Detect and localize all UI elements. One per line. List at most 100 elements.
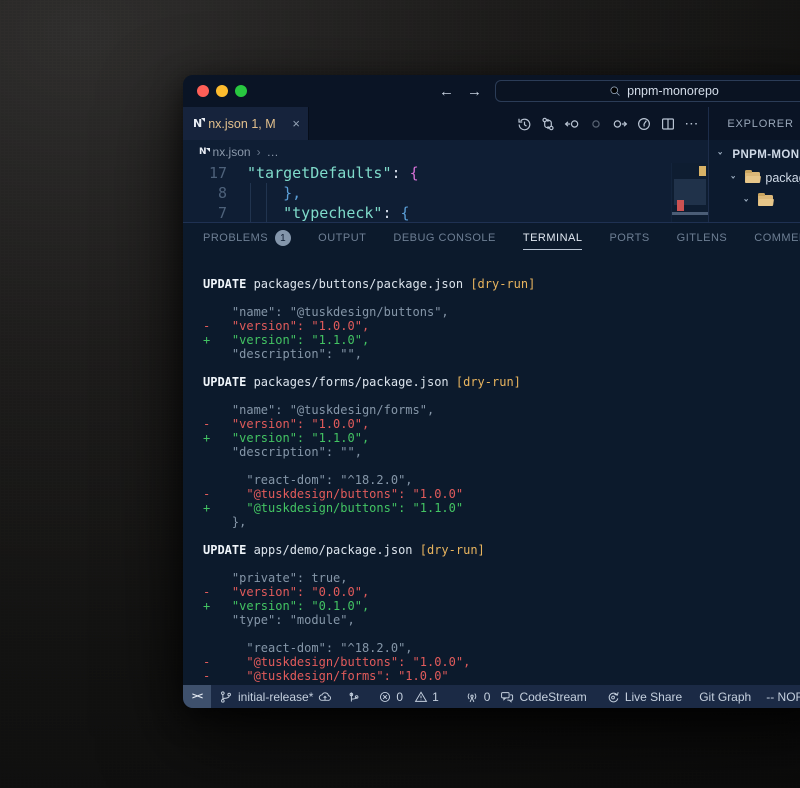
branch-icon [219, 690, 233, 704]
line-number: 17 [183, 163, 227, 183]
vscode-window: ← → pnpm-monorepo N nx.json 1, M × ⋯ N n… [183, 75, 800, 708]
code-token: "typecheck" [247, 204, 382, 222]
minimap-error-mark [677, 200, 684, 211]
status-item-ports[interactable]: 0 [465, 685, 491, 708]
cloud-upload-icon [318, 690, 332, 704]
panel-tab-terminal[interactable]: TERMINAL [523, 223, 583, 253]
terminal-context-line: "type": "module", [203, 613, 800, 627]
breadcrumb-file[interactable]: nx.json [213, 145, 251, 159]
panel-tab-debug-console[interactable]: DEBUG CONSOLE [393, 223, 495, 253]
split-editor-icon[interactable] [659, 115, 676, 132]
tab-label: nx.json 1, M [208, 117, 275, 131]
minimap[interactable] [671, 163, 708, 222]
code-line[interactable]: "typecheck": { [247, 203, 419, 222]
indent-guide [250, 183, 251, 222]
status-label: CodeStream [519, 690, 586, 704]
terminal-diff-removed: - "version": "1.0.0", [203, 417, 800, 431]
status-item-gitlens[interactable] [347, 685, 361, 708]
panel-tab-label: DEBUG CONSOLE [393, 232, 495, 244]
command-center-search[interactable]: pnpm-monorepo [495, 80, 800, 102]
problems-count-badge: 1 [275, 230, 291, 246]
close-tab-icon[interactable]: × [292, 117, 300, 130]
terminal-diff-added: + "version": "1.1.0", [203, 431, 800, 445]
minimize-window-button[interactable] [216, 85, 228, 97]
zoom-window-button[interactable] [235, 85, 247, 97]
tab-nx-json[interactable]: N nx.json 1, M × [183, 107, 309, 140]
tree-item[interactable] [709, 189, 800, 212]
code-token: { [410, 164, 419, 182]
tree-item-label: PNPM-MONOREPO [732, 149, 800, 161]
panel-tab-label: GITLENS [677, 232, 728, 244]
nx-logo-icon: N [193, 117, 202, 130]
editor-actions: ⋯ [309, 107, 708, 140]
next-change-icon[interactable] [611, 115, 628, 132]
terminal-context-line: "react-dom": "^18.2.0", [203, 473, 800, 487]
editor-scrollbar[interactable] [672, 212, 708, 215]
code-line[interactable]: }, [247, 183, 419, 203]
terminal-context-line: }, [203, 515, 800, 529]
warning-icon [414, 690, 428, 704]
sidebar-title: EXPLORER [709, 107, 800, 140]
status-item-remote-indicator[interactable]: >< [183, 685, 211, 708]
tree-item-packages[interactable]: packages [709, 166, 800, 189]
change-indicator-icon[interactable] [587, 115, 604, 132]
code-token: }, [247, 184, 301, 202]
status-item-git-branch[interactable]: initial-release* [219, 685, 332, 708]
status-label: 0 [484, 690, 491, 704]
status-item-vim-mode[interactable]: -- NORM [766, 685, 800, 708]
terminal-context-line: "react-dom": "^18.2.0", [203, 641, 800, 655]
clock-icon[interactable] [635, 115, 652, 132]
back-button[interactable]: ← [439, 83, 454, 100]
search-value: pnpm-monorepo [627, 84, 719, 98]
history-icon[interactable] [515, 115, 532, 132]
share-icon [606, 690, 620, 704]
source-control-icon[interactable] [539, 115, 556, 132]
code-token: "targetDefaults" [247, 164, 392, 182]
search-icon [609, 85, 621, 97]
panel-tab-label: COMMENTS [754, 232, 800, 244]
panel-tab-problems[interactable]: PROBLEMS1 [203, 223, 291, 253]
terminal-output[interactable]: UPDATE packages/buttons/package.json [dr… [183, 253, 800, 685]
error-icon [378, 690, 392, 704]
forward-button[interactable]: → [467, 83, 482, 100]
terminal-diff-removed: - "version": "1.0.0", [203, 319, 800, 333]
breadcrumb-more[interactable]: … [267, 145, 279, 159]
terminal-update-header: UPDATE packages/buttons/package.json [dr… [203, 277, 800, 291]
more-actions-icon[interactable]: ⋯ [683, 115, 700, 132]
commit-graph-icon [347, 690, 361, 704]
terminal-blank-line [203, 361, 800, 375]
chevron-down-icon [730, 173, 740, 183]
terminal-context-line: "description": "", [203, 445, 800, 459]
panel-tab-comments[interactable]: COMMENTS [754, 223, 800, 253]
status-label: initial-release* [238, 690, 313, 704]
panel-tab-label: OUTPUT [318, 232, 366, 244]
panel-tab-output[interactable]: OUTPUT [318, 223, 366, 253]
explorer-tree: PNPM-MONOREPO packages [709, 140, 800, 235]
status-label: -- NORM [766, 690, 800, 704]
status-item-codestream[interactable]: CodeStream [500, 685, 586, 708]
editor-code[interactable]: 1787 "targetDefaults": { }, "typecheck":… [183, 163, 708, 222]
status-item-live-share[interactable]: Live Share [606, 685, 682, 708]
status-label: 0 [396, 690, 403, 704]
panel-tab-ports[interactable]: PORTS [609, 223, 649, 253]
tree-item-pnpm-monorepo[interactable]: PNPM-MONOREPO [709, 143, 800, 166]
status-item-git-graph[interactable]: Git Graph [699, 685, 751, 708]
tree-item-label: packages [765, 171, 800, 185]
terminal-diff-removed: - "@tuskdesign/buttons": "1.0.0", [203, 655, 800, 669]
broadcast-icon [465, 690, 479, 704]
terminal-diff-added: + "version": "1.1.0", [203, 333, 800, 347]
code-line[interactable]: "targetDefaults": { [247, 163, 419, 183]
panel-tab-gitlens[interactable]: GITLENS [677, 223, 728, 253]
previous-change-icon[interactable] [563, 115, 580, 132]
terminal-diff-removed: - "@tuskdesign/buttons": "1.0.0" [203, 487, 800, 501]
main-row: N nx.json 1, M × ⋯ N nx.json › … 1787 "t… [183, 107, 800, 222]
terminal-diff-removed: - "@tuskdesign/forms": "1.0.0" [203, 669, 800, 683]
code-token: : [392, 164, 410, 182]
close-window-button[interactable] [197, 85, 209, 97]
status-item-problems[interactable]: 01 [378, 685, 438, 708]
panel-tab-label: TERMINAL [523, 232, 583, 244]
terminal-blank-line [203, 291, 800, 305]
line-number: 8 [183, 183, 227, 203]
breadcrumb[interactable]: N nx.json › … [183, 140, 708, 163]
terminal-context-line: "name": "@tuskdesign/forms", [203, 403, 800, 417]
